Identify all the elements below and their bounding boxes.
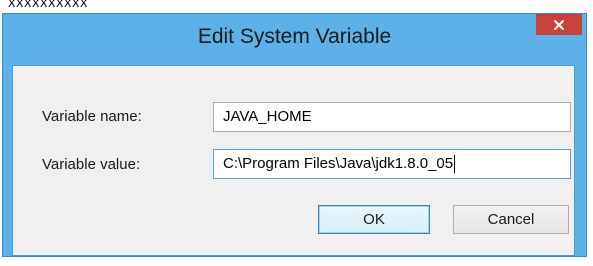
variable-value-input[interactable]: C:\Program Files\Java\jdk1.8.0_05 [213,149,571,179]
ok-button[interactable]: OK [318,205,430,234]
screen: xxxxxxxxxx Edit System Variable Variable… [0,0,593,266]
variable-name-input[interactable]: JAVA_HOME [213,102,571,132]
dialog-content: Variable name: JAVA_HOME Variable value:… [12,65,575,256]
close-button[interactable] [536,14,582,35]
edit-system-variable-dialog: Edit System Variable Variable name: JAVA… [2,13,587,257]
variable-name-text: JAVA_HOME [223,108,312,125]
title-bar[interactable]: Edit System Variable [3,14,586,64]
variable-value-text: C:\Program Files\Java\jdk1.8.0_05 [223,155,454,172]
variable-value-label: Variable value: [42,156,141,173]
background-window-text: xxxxxxxxxx [8,0,88,11]
text-caret [454,155,456,174]
dialog-title: Edit System Variable [197,25,392,48]
close-x-icon [554,19,564,30]
variable-name-label: Variable name: [42,108,142,125]
cancel-button[interactable]: Cancel [453,205,569,234]
